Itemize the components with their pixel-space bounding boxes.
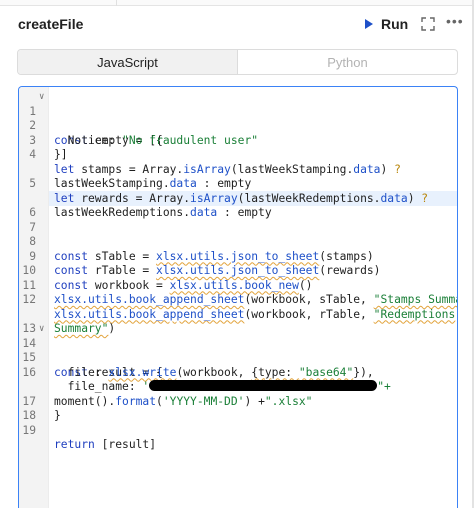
code-line: 9 const rTable = xlsx.utils.json_to_shee… [19, 235, 457, 278]
run-button[interactable]: Run [364, 14, 408, 34]
expand-icon[interactable] [421, 17, 435, 31]
language-tabs: JavaScript Python [17, 49, 458, 75]
code-line: 17 } [19, 380, 457, 423]
code-editor[interactable]: 1 ∨ const empty = [{ 2 Notice: "No fraud… [18, 86, 458, 508]
code-line: 10 const workbook = xlsx.utils.book_new(… [19, 250, 457, 292]
code-line: 1 ∨ const empty = [{ [19, 90, 457, 147]
code-token: return [54, 438, 95, 451]
code-line: lastWeekRedemptions.data : empty [19, 177, 457, 219]
code-line: 16 file_name: ' "+ [19, 351, 457, 394]
code-line: 12 xlsx.utils.book_append_sheet(workbook… [19, 279, 457, 321]
code-line: 2 Notice: "No fraudulent user" [19, 105, 457, 147]
code-line: 3 }] [19, 119, 457, 162]
code-line: 8 const sTable = xlsx.utils.json_to_shee… [19, 221, 457, 263]
code-line: 7 [19, 206, 457, 234]
code-content[interactable]: 1 ∨ const empty = [{ 2 Notice: "No fraud… [19, 90, 457, 452]
code-token: [result] [94, 438, 157, 451]
line-number: 19 [22, 423, 36, 437]
code-line: 15 file: xlsx.write(workbook, {type: "ba… [19, 337, 457, 379]
code-line: 14 ∨ const result = { [19, 322, 457, 379]
code-line: 13 [19, 308, 457, 335]
code-line: 5 let rewards = Array.isArray(lastWeekRe… [19, 163, 457, 205]
code-line: lastWeekStamping.data : empty [19, 148, 457, 190]
code-line: Summary") [19, 293, 457, 335]
tab-python[interactable]: Python [238, 50, 457, 74]
tab-javascript[interactable]: JavaScript [18, 50, 238, 74]
play-icon [364, 18, 374, 30]
query-header: createFile Run ••• [0, 6, 472, 40]
query-title: createFile [18, 16, 84, 32]
run-button-label: Run [381, 16, 409, 32]
code-line: 19 return [result] [19, 409, 457, 452]
code-line: 6 [19, 192, 457, 219]
more-icon[interactable]: ••• [446, 14, 463, 30]
fold-arrow-icon[interactable]: ∨ [39, 322, 44, 337]
code-line: 11 xlsx.utils.book_append_sheet(workbook… [19, 264, 457, 307]
code-line: 4 let stamps = Array.isArray(lastWeekSta… [19, 134, 457, 176]
code-line: 18 [19, 395, 457, 422]
fold-arrow-icon[interactable]: ∨ [39, 90, 44, 105]
code-line: moment().format('YYYY-MM-DD') +".xlsx" [19, 366, 457, 408]
